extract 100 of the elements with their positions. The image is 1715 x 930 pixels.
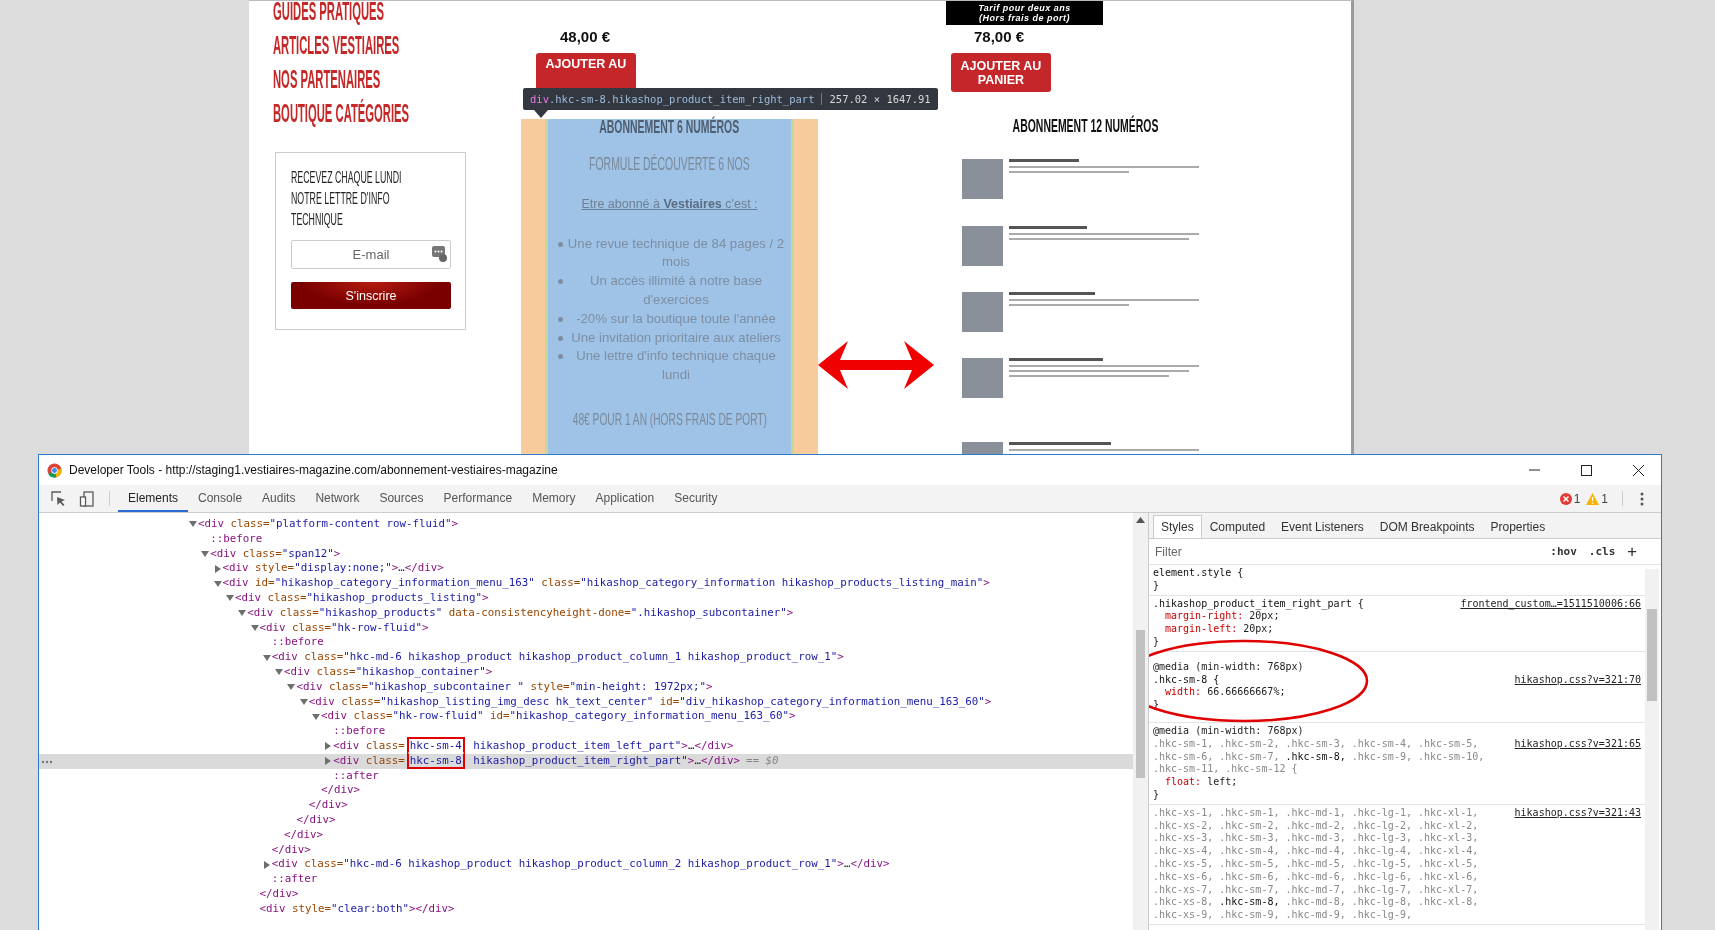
dom-node[interactable]: <div class="hikashop_subcontainer " style="min-height: 1972px;"> [296, 679, 713, 695]
bullet-text: Une invitation prioritaire aux ateliers [570, 328, 782, 347]
css-declaration[interactable]: float: left; [1153, 776, 1641, 789]
source-link[interactable]: hikashop.css?v=321:43 [1514, 806, 1641, 820]
closing-tag: </div> [308, 798, 348, 813]
css-declaration[interactable]: margin-left: 20px; [1153, 623, 1641, 636]
closing-tag: </div> [259, 886, 299, 902]
bullet-icon [558, 335, 563, 341]
price-note-label: Tarif pour deux ans (Hors frais de port) [946, 1, 1103, 25]
add-to-cart-button[interactable]: AJOUTER AU PANIER [951, 53, 1051, 92]
price: 78,00 € [974, 28, 1025, 45]
caret-down-icon[interactable] [212, 578, 223, 589]
sidebar-tab[interactable]: DOM Breakpoints [1371, 515, 1483, 538]
pseudo-element[interactable]: ::before [333, 724, 386, 739]
pseudo-element[interactable]: ::after [271, 872, 318, 887]
bullet-text: Une revue technique de 84 pages / 2 mois [566, 234, 786, 272]
pseudo-element[interactable]: ::after [333, 768, 379, 784]
pseudo-element[interactable]: ::before [271, 635, 324, 651]
photo-placeholder [962, 158, 1003, 199]
panel-tab[interactable]: Audits [252, 485, 306, 512]
menu-link[interactable]: ARTICLES VESTIAIRES [273, 32, 400, 60]
sidebar-tab[interactable]: Computed [1201, 515, 1274, 538]
pseudo-element[interactable]: ::before [210, 531, 263, 547]
panel-tab[interactable]: Memory [522, 485, 586, 512]
dom-node[interactable]: <div class="hikashop_products_listing"> [234, 591, 489, 606]
dom-node[interactable]: <div class="hk-row-fluid"> [259, 620, 429, 636]
source-link[interactable]: hikashop.css?v=321:65 [1514, 737, 1641, 751]
product-footer: 48€ POUR 1 AN (HORS FRAIS DE PORT) [572, 411, 767, 430]
closing-tag: </div> [321, 783, 361, 799]
more-dots-icon[interactable] [41, 759, 53, 764]
selector: .hkc-xs-1, .hkc-sm-1, .hkc-md-1, .hkc-lg-1, .hkc-xl-1, .hkc-xs-2, .hkc-sm-2, .hkc-md-2, .hkc-lg-2, .hkc-xl-2, .hkc-xs-3, .hkc-sm-3, .hkc-md-3, .hkc-lg-3, .hkc-xl-3, .hkc-xs-4, .hkc-sm-4, .hkc-md-4, .hkc-lg-4, .hkc-xl-4, .hkc-xs-5, .hkc-sm-5, .hkc-md-5, .hkc-lg-5, .hkc-xl-5, .hkc-xs-6, .hkc-sm-6, .hkc-md-6, .hkc-lg-6, .hkc-xl-6, .hkc-xs-7, .hkc-sm-7, .hkc-md-7, .hkc-lg-7, .hkc-xl-7, .hkc-xs-8, .hkc-sm-8, .hkc-md-8, .hkc-lg-8, .hkc-xl-8, .hkc-xs-9, .hkc-sm-9, .hkc-md-9, .hkc-lg-9, [1153, 806, 1480, 922]
email-field[interactable]: E-mail [291, 240, 451, 269]
menu-link[interactable]: BOUTIQUE CATÉGORIES [273, 100, 410, 128]
menu-link[interactable]: GUIDES PRATIQUES [273, 1, 385, 26]
sidebar-tab[interactable]: Styles [1153, 515, 1202, 538]
css-declaration[interactable]: width: 66.66666667%; [1153, 686, 1641, 700]
filter-toggle[interactable]: :hov [1544, 545, 1583, 558]
scrollbar-thumb[interactable] [1647, 609, 1657, 701]
dom-node[interactable]: <div class="hikashop_products" data-consistencyheight-done=".hikashop_subcontainer"> [247, 605, 794, 621]
photo-placeholder [962, 291, 1003, 332]
sidebar-tab[interactable]: Properties [1482, 515, 1554, 538]
dom-node[interactable]: <div class="platform-content row-fluid"> [198, 517, 459, 532]
filter-toggle[interactable]: .cls [1582, 545, 1622, 558]
closing-brace: } [1153, 788, 1161, 802]
caret-down-icon[interactable] [311, 711, 321, 722]
caret-down-icon[interactable] [200, 549, 211, 559]
circle-logo-icon [47, 462, 62, 478]
product-title: ABONNEMENT 6 NUMÉROS [599, 117, 740, 138]
dom-node[interactable]: <div class="hkc-md-6 hikashop_product hikashop_product_column_1 hikashop_product_row_1"> [271, 650, 844, 665]
bullet-icon [558, 279, 563, 285]
newsletter-text: RECEVEZ CHAQUE LUNDI NOTRE LETTRE D'INFO TECHNIQUE [291, 168, 403, 230]
panel-tab[interactable]: Application [585, 485, 665, 512]
panel-tab[interactable]: Sources [369, 485, 434, 512]
scroll-up-arrow-icon[interactable] [1136, 517, 1145, 523]
selector: .hkc-sm-8 { [1153, 673, 1221, 687]
dom-node[interactable]: <div class="hk-row-fluid" id="hikashop_category_information_menu_163_60"> [321, 709, 796, 725]
filter-toggle[interactable]: + [1621, 542, 1643, 561]
scrollbar[interactable] [1645, 569, 1659, 930]
bullet-text: Une lettre d'info technique chaque lundi [575, 347, 777, 385]
bullet-icon [558, 316, 563, 322]
scrollbar[interactable] [1133, 513, 1148, 930]
dom-node[interactable]: <div id="hikashop_category_information_menu_163" class="hikashop_category_information hikashop_products_listing_main"> [222, 576, 990, 591]
closing-tag: </div> [271, 842, 311, 858]
close-icon[interactable] [1633, 464, 1644, 476]
product-subtitle: FORMULE DÉCOUVERTE 6 NOS [589, 154, 750, 175]
panel-tab[interactable]: Network [305, 485, 370, 512]
css-declaration[interactable]: margin-right: 20px; [1153, 610, 1641, 624]
closing-brace: } [1153, 636, 1161, 649]
panel-tab[interactable]: Console [188, 485, 253, 512]
keypad-badge-icon [432, 246, 447, 262]
panel-tab[interactable]: Security [664, 485, 728, 512]
dom-node[interactable]: <div class="span12"> [210, 546, 341, 562]
warning-count: 1 [1601, 491, 1608, 506]
sidebar-tab[interactable]: Event Listeners [1273, 515, 1372, 538]
dom-node[interactable]: <div class="hkc-md-6 hikashop_product hikashop_product_column_2 hikashop_product_row_1">…</div> [271, 857, 890, 873]
subscribe-button[interactable]: S'inscrire [291, 282, 451, 309]
error-icon[interactable] [1559, 492, 1572, 505]
caret-right-icon[interactable] [261, 859, 272, 870]
caret-down-icon[interactable] [261, 652, 272, 663]
menu-link[interactable]: NOS PARTENAIRES [273, 66, 381, 94]
tooltip-arrow-icon [534, 110, 548, 118]
caret-down-icon[interactable] [298, 696, 309, 707]
panel-tab[interactable]: Elements [118, 485, 189, 512]
caret-right-icon[interactable] [212, 563, 223, 574]
source-link[interactable]: hikashop.css?v=321:70 [1514, 673, 1641, 687]
maximize-icon[interactable] [1581, 464, 1592, 476]
media-query: @media (min-width: 768px) [1153, 660, 1305, 674]
source-link[interactable]: frontend_custom…=1511510006:66 [1460, 597, 1641, 611]
panel-tab[interactable]: Performance [433, 485, 523, 512]
selector: .hkc-sm-1, .hkc-sm-2, .hkc-sm-3, .hkc-sm-4, .hkc-sm-5, .hkc-sm-6, .hkc-sm-7, .hkc-sm-8, .hkc-sm-9, .hkc-sm-10, .hkc-sm-11, .hkc-sm-12 { [1153, 737, 1486, 777]
closing-tag: </div> [284, 827, 324, 843]
scrollbar-thumb[interactable] [1136, 630, 1145, 778]
dom-node[interactable]: <div class="hikashop_container"> [284, 664, 493, 680]
dom-node[interactable]: <div style="display:none;">…</div> [222, 561, 444, 577]
bullet-icon [558, 354, 563, 360]
dom-node[interactable]: <div class="hikashop_listing_img_desc hk_text_center" id="div_hikashop_category_information_menu_163_60"> [308, 694, 992, 710]
caret-down-icon[interactable] [249, 622, 260, 633]
price: 48,00 € [560, 28, 611, 45]
dom-node[interactable]: <div style="clear:both"></div> [259, 901, 455, 917]
bullet-text: Un accès illimité à notre base d'exercices [588, 272, 764, 310]
